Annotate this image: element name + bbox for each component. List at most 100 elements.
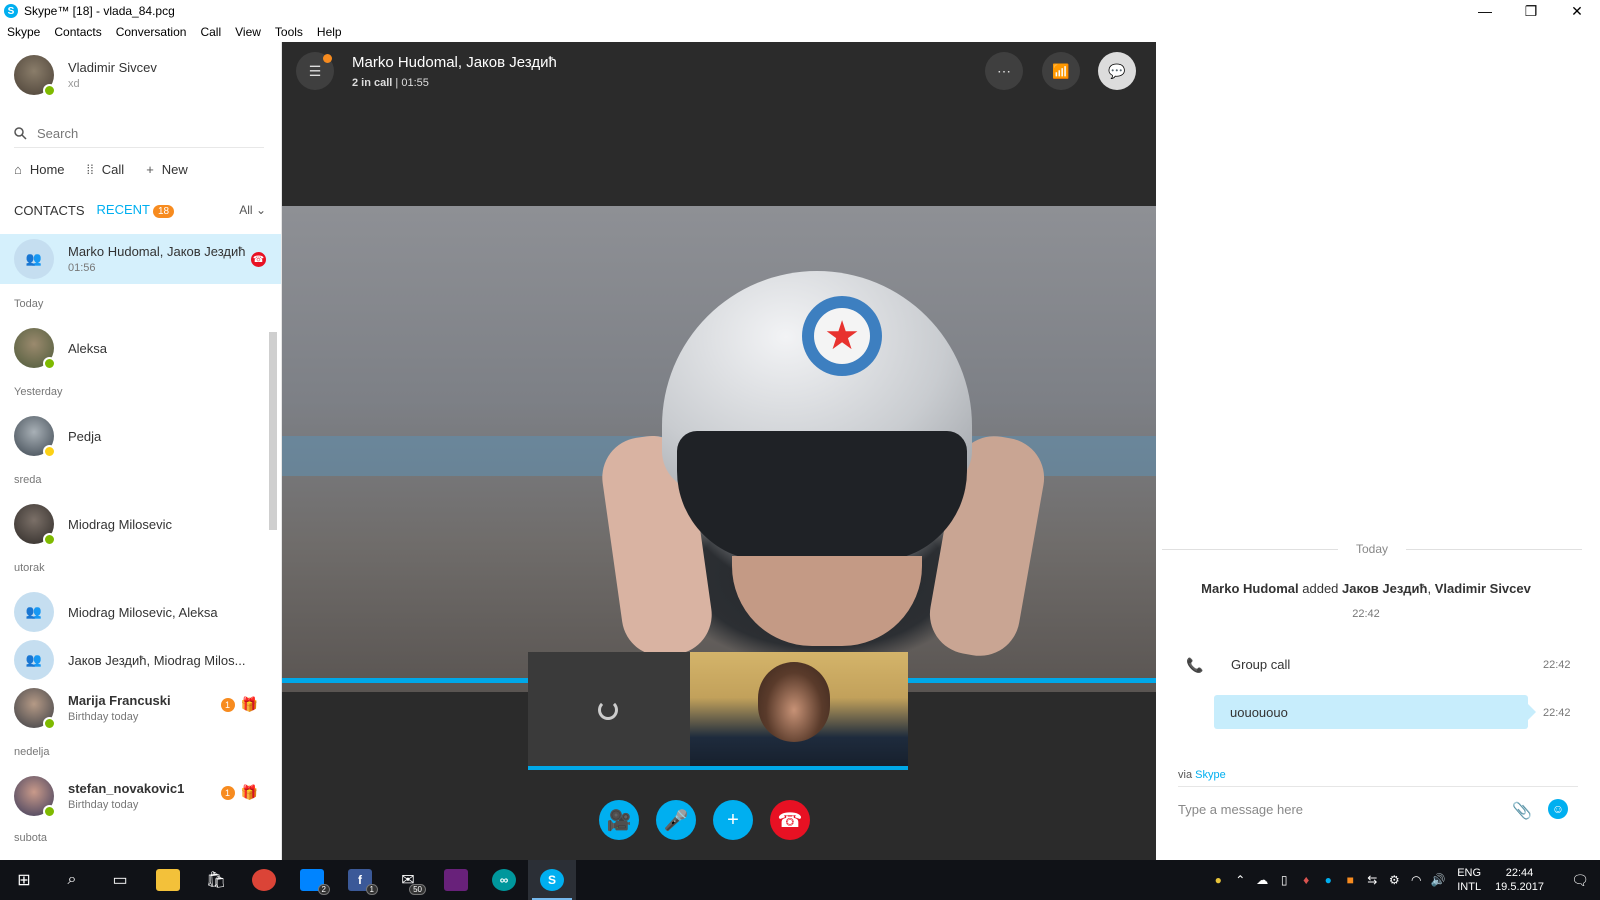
close-button[interactable]: ✕: [1554, 0, 1600, 22]
minimize-button[interactable]: —: [1462, 0, 1508, 22]
messenger-button[interactable]: 2: [288, 860, 336, 900]
contact-name: stefan_novakovic1: [68, 781, 185, 796]
list-item[interactable]: 👥 Miodrag Milosevic, Aleksa: [0, 588, 281, 636]
recent-list: 👥 Marko Hudomal, Јаков Јездић 01:56 ☎ To…: [0, 234, 281, 844]
skype-taskbar-button[interactable]: S: [528, 860, 576, 900]
call-button[interactable]: ⁞⁞ Call: [87, 162, 125, 177]
participant-tile-loading: [528, 652, 690, 766]
unread-badge: 1: [220, 785, 235, 800]
toggle-video-button[interactable]: 🎥: [599, 800, 639, 840]
new-button[interactable]: + New: [146, 162, 188, 177]
wifi-icon[interactable]: ◠: [1405, 873, 1427, 887]
end-call-icon[interactable]: ☎: [251, 252, 266, 267]
self-video-underline: [528, 766, 908, 770]
add-participant-button[interactable]: +: [713, 800, 753, 840]
menu-contacts[interactable]: Contacts: [47, 25, 108, 39]
profile[interactable]: Vladimir Sivcev xd: [14, 55, 157, 97]
call-quality-button[interactable]: 📶: [1042, 52, 1080, 90]
tray-app-icon[interactable]: ■: [1339, 873, 1361, 887]
onedrive-icon[interactable]: ☁: [1251, 873, 1273, 887]
message-input[interactable]: Type a message here: [1178, 802, 1303, 817]
search-icon: [14, 127, 27, 140]
more-options-button[interactable]: ⋯: [985, 52, 1023, 90]
avatar[interactable]: [14, 55, 56, 97]
group-call-event[interactable]: Group call: [1231, 657, 1290, 672]
section-utorak: utorak: [14, 562, 45, 574]
section-yesterday: Yesterday: [14, 386, 63, 398]
battery-icon[interactable]: ▯: [1273, 873, 1295, 887]
via-skype-link[interactable]: Skype: [1195, 769, 1226, 781]
home-button[interactable]: ⌂ Home: [14, 162, 65, 177]
message-composer[interactable]: Type a message here 📎 ☺: [1178, 786, 1578, 832]
restore-button[interactable]: ❐: [1508, 0, 1554, 22]
online-status-icon: [43, 357, 56, 370]
file-explorer-button[interactable]: [144, 860, 192, 900]
arduino-button[interactable]: ∞: [480, 860, 528, 900]
facebook-button[interactable]: f1: [336, 860, 384, 900]
menu-skype[interactable]: Skype: [0, 25, 47, 39]
emoticon-icon[interactable]: ☺: [1548, 799, 1568, 819]
tray-app-icon[interactable]: ●: [1207, 873, 1229, 887]
section-subota: subota: [14, 832, 48, 844]
folder-icon: [156, 869, 180, 891]
via-prefix: via: [1178, 769, 1193, 781]
message-bubble[interactable]: uouououo: [1214, 695, 1536, 729]
app-button[interactable]: ✉ 50: [384, 860, 432, 900]
action-center-icon[interactable]: 🗨: [1560, 872, 1600, 889]
volume-icon[interactable]: 🔊: [1427, 873, 1449, 887]
incoming-call-icon: 📞: [1186, 657, 1204, 673]
store-button[interactable]: 🛍: [192, 860, 240, 900]
chat-bubble-icon: 💬: [1108, 62, 1126, 79]
tray-app-icon[interactable]: ⇆: [1361, 873, 1383, 887]
start-button[interactable]: ⊞: [0, 860, 48, 900]
menu-tools[interactable]: Tools: [268, 25, 310, 39]
taskbar-search-button[interactable]: ⌕: [48, 860, 96, 900]
helmet-star-emblem: ★: [802, 296, 882, 376]
tab-contacts[interactable]: CONTACTS: [14, 203, 85, 218]
list-item[interactable]: Marija Francuski Birthday today 1 🎁: [0, 684, 281, 732]
contact-name: Miodrag Milosevic, Aleksa: [68, 604, 218, 620]
section-today: Today: [14, 298, 44, 310]
participants-button[interactable]: ☰: [296, 52, 334, 90]
gift-icon[interactable]: 🎁: [241, 784, 258, 801]
language-indicator[interactable]: ENG INTL: [1457, 866, 1481, 894]
toggle-mic-button[interactable]: 🎤: [656, 800, 696, 840]
call-title: Marko Hudomal, Јаков Јездић: [352, 54, 557, 71]
avatar: [14, 328, 56, 370]
skype-icon: S: [540, 869, 564, 891]
menu-conversation[interactable]: Conversation: [109, 25, 194, 39]
list-item[interactable]: Miodrag Milosevic: [0, 500, 281, 548]
tray-app-icon[interactable]: ♦: [1295, 873, 1317, 887]
arduino-icon: ∞: [492, 869, 516, 891]
gift-icon[interactable]: 🎁: [241, 696, 258, 713]
menu-view[interactable]: View: [228, 25, 268, 39]
tray-app-icon[interactable]: ⚙: [1383, 873, 1405, 887]
search-box[interactable]: Search: [14, 120, 264, 148]
profile-mood[interactable]: xd: [68, 78, 157, 90]
visual-studio-button[interactable]: [432, 860, 480, 900]
list-item[interactable]: Pedja: [0, 412, 281, 460]
sidebar-scrollbar[interactable]: [269, 332, 277, 530]
search-input[interactable]: Search: [37, 126, 78, 141]
clock[interactable]: 22:44 19.5.2017: [1495, 866, 1544, 894]
divider: [1162, 548, 1338, 550]
tab-recent[interactable]: RECENT 18: [97, 202, 175, 218]
menu-call[interactable]: Call: [193, 25, 228, 39]
attach-icon[interactable]: 📎: [1512, 801, 1532, 821]
title-bar: S Skype™ [18] - vlada_84.pcg — ❐ ✕: [0, 0, 1600, 22]
list-item[interactable]: stefan_novakovic1 Birthday today 1 🎁: [0, 772, 281, 820]
list-item[interactable]: Aleksa: [0, 324, 281, 372]
filter-dropdown[interactable]: All ⌄: [239, 203, 266, 217]
chrome-button[interactable]: [240, 860, 288, 900]
show-chat-button[interactable]: 💬: [1098, 52, 1136, 90]
list-item[interactable]: 👥 Јаков Јездић, Miodrag Milos...: [0, 636, 281, 684]
recent-count-badge: 18: [153, 205, 175, 218]
sys-target-2: Vladimir Sivcev: [1434, 581, 1531, 596]
list-item-active-call[interactable]: 👥 Marko Hudomal, Јаков Јездић 01:56 ☎: [0, 234, 281, 284]
task-view-button[interactable]: ▭: [96, 860, 144, 900]
self-video-preview[interactable]: [690, 652, 908, 766]
tray-app-icon[interactable]: ●: [1317, 873, 1339, 887]
menu-help[interactable]: Help: [310, 25, 349, 39]
end-call-button[interactable]: ☎: [770, 800, 810, 840]
tray-arrow-icon[interactable]: ⌃: [1229, 873, 1251, 887]
